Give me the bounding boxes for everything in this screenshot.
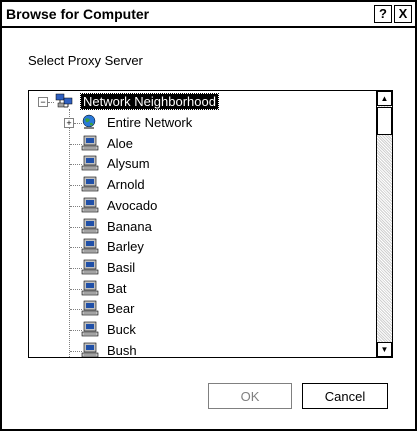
computer-icon bbox=[81, 259, 99, 275]
computer-icon bbox=[81, 218, 99, 233]
tree-item-label: Bat bbox=[107, 280, 127, 296]
tree-item-label: Bush bbox=[107, 342, 137, 357]
tree-item-label: Barley bbox=[107, 239, 144, 255]
tree-item-computer[interactable]: Bat bbox=[107, 279, 127, 299]
window-title: Browse for Computer bbox=[6, 6, 150, 22]
scroll-down-button[interactable]: ▼ bbox=[377, 342, 392, 357]
tree-content: − Network Neighborhood + Entire Network … bbox=[29, 91, 377, 357]
computer-icon bbox=[81, 176, 99, 192]
computer-icon bbox=[81, 238, 99, 254]
tree-item-entire-network[interactable]: Entire Network bbox=[107, 113, 192, 133]
tree-item-label: Network Neighborhood bbox=[80, 93, 219, 110]
tree-item-label: Entire Network bbox=[107, 115, 193, 130]
tree-item-computer[interactable]: Alysum bbox=[107, 154, 150, 174]
tree-connector-line bbox=[48, 102, 54, 103]
computer-icon bbox=[81, 197, 99, 213]
cancel-button[interactable]: Cancel bbox=[302, 383, 388, 409]
tree-item-computer[interactable]: Barley bbox=[107, 237, 144, 257]
tree-item-label: Aloe bbox=[107, 135, 134, 151]
tree-item-network-neighborhood[interactable]: Network Neighborhood bbox=[80, 92, 219, 112]
tree-item-label: Buck bbox=[107, 322, 136, 337]
scroll-up-button[interactable]: ▲ bbox=[377, 91, 392, 106]
tree-item-label: Banana bbox=[107, 218, 152, 234]
tree-item-label: Basil bbox=[107, 259, 136, 275]
computer-icon bbox=[81, 156, 99, 171]
browse-for-computer-dialog: Browse for Computer ? X Select Proxy Ser… bbox=[0, 0, 417, 431]
tree-item-computer[interactable]: Banana bbox=[107, 217, 152, 237]
tree-item-computer[interactable]: Bush bbox=[107, 341, 137, 357]
collapse-expander-icon[interactable]: − bbox=[38, 97, 48, 107]
tree-connector-line bbox=[69, 109, 70, 357]
scroll-thumb[interactable] bbox=[377, 107, 392, 135]
help-button[interactable]: ? bbox=[374, 5, 392, 23]
network-neighborhood-icon bbox=[55, 93, 73, 108]
computer-icon bbox=[81, 280, 99, 295]
computer-icon bbox=[81, 300, 99, 316]
tree-item-label: Bear bbox=[107, 301, 135, 317]
tree-item-label: Avocado bbox=[107, 197, 158, 213]
title-bar[interactable]: Browse for Computer ? X bbox=[2, 2, 415, 28]
tree-item-computer[interactable]: Aloe bbox=[107, 134, 133, 154]
tree-item-computer[interactable]: Arnold bbox=[107, 175, 145, 195]
computer-icon bbox=[81, 342, 99, 357]
tree-item-label: Alysum bbox=[107, 156, 150, 172]
computer-tree-view[interactable]: − Network Neighborhood + Entire Network … bbox=[28, 90, 393, 358]
instruction-text: Select Proxy Server bbox=[28, 53, 143, 68]
computer-icon bbox=[81, 321, 99, 337]
tree-item-computer[interactable]: Basil bbox=[107, 258, 135, 278]
tree-item-label: Arnold bbox=[107, 177, 145, 193]
close-button[interactable]: X bbox=[394, 5, 412, 23]
vertical-scrollbar[interactable]: ▲ ▼ bbox=[376, 91, 392, 357]
expand-expander-icon[interactable]: + bbox=[64, 118, 74, 128]
tree-item-computer[interactable]: Bear bbox=[107, 299, 134, 319]
tree-item-computer[interactable]: Avocado bbox=[107, 196, 157, 216]
globe-icon bbox=[82, 114, 96, 129]
ok-button[interactable]: OK bbox=[208, 383, 292, 409]
tree-item-computer[interactable]: Buck bbox=[107, 320, 136, 340]
computer-icon bbox=[81, 135, 99, 150]
